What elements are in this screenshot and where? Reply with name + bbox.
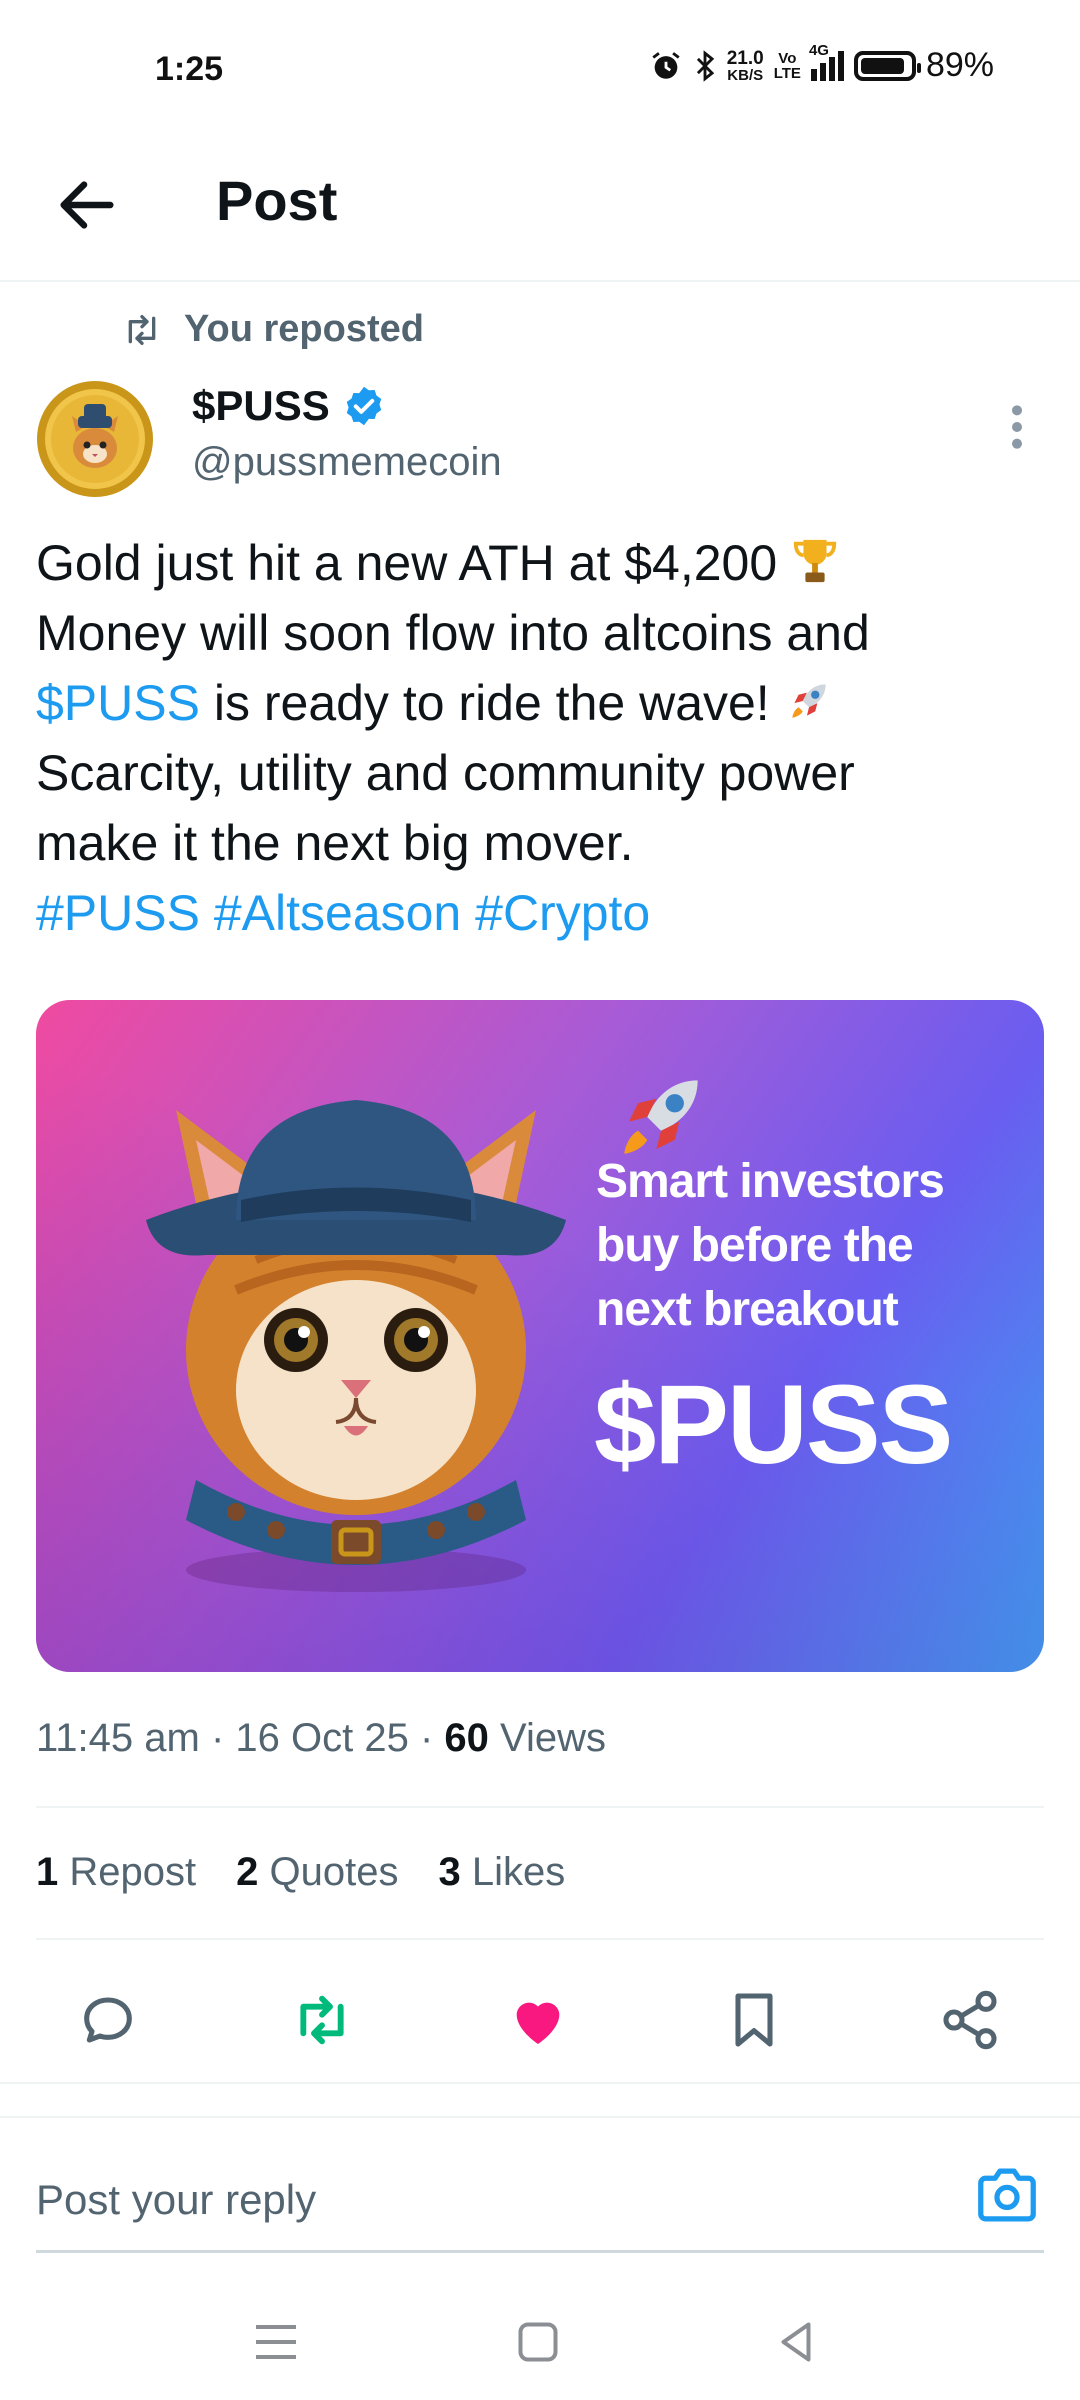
repost-icon [128,314,156,345]
cat-mascot-illustration [146,1100,566,1592]
repost-icon[interactable] [290,1988,354,2052]
system-nav-bar [0,2290,1080,2400]
rocket-icon [791,684,826,718]
author-handle[interactable]: @pussmemecoin [192,440,502,485]
bluetooth-icon [696,49,714,82]
reply-input[interactable] [36,2160,936,2240]
post-image[interactable]: Smart investors buy before the next brea… [36,1000,1044,1672]
status-icons: 21.0 KB/S Vo LTE 4G 89% [649,43,994,85]
divider [0,2116,1080,2118]
tweet-line: Money will soon flow into altcoins and [36,605,870,661]
camera-icon[interactable] [976,2166,1038,2224]
action-bar [0,1970,1080,2070]
bookmark-icon[interactable] [722,1988,786,2052]
cashtag-link[interactable]: $PUSS [36,675,200,731]
home-icon[interactable] [508,2312,568,2372]
battery-icon [853,50,921,81]
status-time: 1:25 [155,50,224,88]
tweet-line: Scarcity, utility and community power [36,745,855,801]
trophy-icon [793,539,837,583]
page-title: Post [216,169,338,232]
verified-badge-icon [346,386,381,426]
engagement-stats: 1 Repost 2 Quotes 3 Likes [36,1850,565,1895]
views-count[interactable]: 60 [444,1716,489,1760]
repost-banner[interactable]: You reposted [122,308,424,351]
signal-icon: 4G [809,43,844,81]
back-triangle-icon[interactable] [766,2312,826,2372]
top-app-bar: Post [0,140,1080,282]
reply-underline [36,2250,1044,2253]
reply-icon[interactable] [76,1988,140,2052]
hashtags[interactable]: #PUSS #Altseason #Crypto [36,878,1046,948]
promo-headline: Smart investors buy before the next brea… [596,1155,945,1336]
status-bar: 1:25 21.0 KB/S Vo LTE 4G 89% [0,0,1080,140]
tweet-text: Gold just hit a new ATH at $4,200 Money … [36,528,1046,948]
display-name: $PUSS [192,382,330,429]
repost-banner-text: You reposted [184,308,424,350]
battery-fill [860,57,904,74]
divider [0,2082,1080,2084]
tweet-line: $PUSS is ready to ride the wave! [36,668,1046,738]
volte-indicator: Vo LTE [773,49,801,82]
share-icon[interactable] [938,1988,1002,2052]
more-options-icon[interactable] [1000,402,1034,452]
battery-percent: 89% [925,46,994,84]
divider [36,1806,1044,1808]
coin-logo-icon [37,381,153,497]
promo-ticker: $PUSS [594,1362,953,1487]
tweet-line: Gold just hit a new ATH at $4,200 [36,528,1046,598]
menu-icon[interactable] [246,2312,306,2372]
net-speed: 21.0 KB/S [726,47,764,84]
quotes-stat[interactable]: 2 Quotes [236,1850,398,1895]
post-time: 11:45 am [36,1716,200,1760]
tweet-line: make it the next big mover. [36,815,634,871]
likes-stat[interactable]: 3 Likes [438,1850,565,1895]
post-metadata: 11:45 am · 16 Oct 25 · 60 Views [36,1716,607,1760]
heart-icon[interactable] [506,1988,570,2052]
alarm-icon [652,51,680,79]
arrow-left-icon[interactable] [52,170,122,240]
divider [36,1938,1044,1940]
author-name[interactable]: $PUSS [192,382,386,430]
reposts-stat[interactable]: 1 Repost [36,1850,196,1895]
avatar[interactable] [36,380,154,498]
views-label: Views [500,1716,607,1760]
post-date: 16 Oct 25 [235,1716,409,1760]
